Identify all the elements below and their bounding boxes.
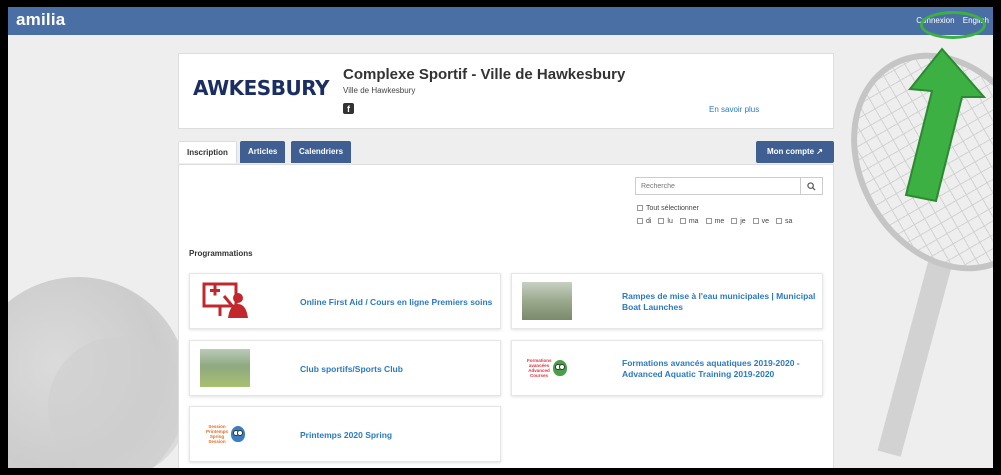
program-card-boat-launches[interactable]: Rampes de mise à l'eau municipales | Mun… <box>511 273 823 329</box>
tab-articles[interactable]: Articles <box>240 141 286 163</box>
day-checkbox[interactable] <box>705 218 712 225</box>
program-card-aquatic-training[interactable]: Formations avancées Advanced Courses For… <box>511 340 823 396</box>
hawkesbury-logo: AWKESBURY <box>191 70 329 106</box>
day-checkbox[interactable] <box>679 218 686 225</box>
program-card-sports-club[interactable]: Club sportifs/Sports Club <box>189 340 501 396</box>
organization-title: Complexe Sportif - Ville de Hawkesbury <box>343 66 626 83</box>
facebook-icon[interactable]: f <box>343 103 354 114</box>
program-card-spring-2020[interactable]: Session Printemps Spring Session Printem… <box>189 406 501 462</box>
day-label: je <box>740 218 746 225</box>
annotation-arrow-icon <box>904 47 987 203</box>
tab-inscription[interactable]: Inscription <box>178 141 237 163</box>
day-label: lu <box>667 218 673 225</box>
program-label: Formations avancés aquatiques 2019-2020 … <box>622 358 800 379</box>
search-input[interactable] <box>636 178 800 194</box>
organization-subtitle: Ville de Hawkesbury <box>343 86 416 95</box>
learn-more-link[interactable]: En savoir plus <box>709 105 759 114</box>
spring-session-badge: Session Printemps Spring Session <box>200 415 250 453</box>
day-checkbox[interactable] <box>731 218 738 225</box>
first-aid-presentation-icon <box>202 282 248 318</box>
program-card-first-aid[interactable]: Online First Aid / Cours en ligne Premie… <box>189 273 501 329</box>
select-all-filter[interactable]: Tout sélectionner <box>637 205 699 212</box>
owl-mascot-icon <box>231 426 245 442</box>
tab-calendriers[interactable]: Calendriers <box>291 141 352 163</box>
page-frame: amilia Connexion English AWKESBURY Compl… <box>8 7 993 468</box>
select-all-label: Tout sélectionner <box>646 205 699 212</box>
amilia-logo[interactable]: amilia <box>16 10 65 30</box>
program-label: Club sportifs/Sports Club <box>300 363 403 374</box>
program-label: Rampes de mise à l'eau municipales | Mun… <box>622 291 816 312</box>
search-button[interactable] <box>800 178 822 194</box>
programs-heading: Programmations <box>189 249 253 258</box>
day-label: ve <box>761 218 769 225</box>
program-label: Online First Aid / Cours en ligne Premie… <box>300 296 493 307</box>
day-checkbox[interactable] <box>658 218 665 225</box>
aquatic-training-badge: Formations avancées Advanced Courses <box>522 349 572 387</box>
annotation-ellipse <box>920 11 986 39</box>
day-label: me <box>714 218 725 225</box>
day-label: di <box>646 218 652 225</box>
background-racket-handle <box>877 257 953 457</box>
background-photo-left-detail <box>48 337 188 468</box>
boat-launch-photo <box>522 282 572 320</box>
my-account-button[interactable]: Mon compte ↗ <box>756 141 834 163</box>
day-filters: di lu ma me je ve sa <box>637 218 797 225</box>
day-label: sa <box>784 218 793 225</box>
tennis-court-photo <box>200 349 250 387</box>
aquatic-badge-text: Formations avancées Advanced Courses <box>527 358 552 378</box>
search-icon <box>807 182 816 191</box>
spring-badge-text: Session Printemps Spring Session <box>205 424 228 444</box>
search-box <box>635 177 823 195</box>
owl-mascot-icon <box>553 360 567 376</box>
day-label: ma <box>688 218 699 225</box>
top-bar: amilia Connexion English <box>8 7 993 35</box>
organization-header: AWKESBURY Complexe Sportif - Ville de Ha… <box>178 53 834 129</box>
day-checkbox[interactable] <box>752 218 759 225</box>
main-content: Tout sélectionner di lu ma me je ve sa P… <box>178 164 834 468</box>
day-checkbox[interactable] <box>775 218 782 225</box>
program-label: Printemps 2020 Spring <box>300 429 393 440</box>
brand-logo-text: AWKESBURY <box>193 76 329 100</box>
day-checkbox[interactable] <box>637 218 643 225</box>
select-all-checkbox[interactable] <box>637 205 643 212</box>
